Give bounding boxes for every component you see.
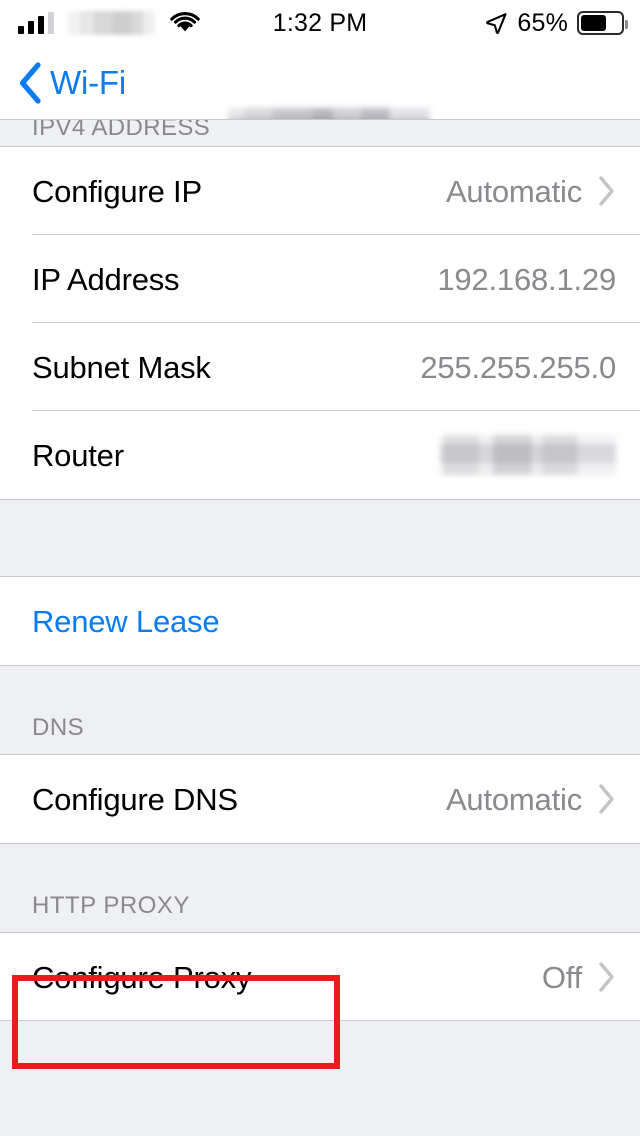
back-button-label: Wi-Fi <box>50 64 126 101</box>
row-label: Renew Lease <box>32 603 220 639</box>
list-tail-background <box>0 1021 640 1136</box>
row-value: Automatic <box>445 781 582 817</box>
chevron-right-icon <box>598 175 616 207</box>
row-label: Subnet Mask <box>32 349 211 385</box>
row-label: Router <box>32 437 124 473</box>
section-header-ipv4-address: IPV4 ADDRESS <box>0 120 640 146</box>
row-value: 192.168.1.29 <box>437 261 616 297</box>
battery-percent-label: 65% <box>517 8 568 37</box>
section-ipv4-address: Configure IP Automatic IP Address 192.16… <box>0 147 640 499</box>
settings-list[interactable]: IPV4 ADDRESS Configure IP Automatic IP A… <box>0 120 640 1136</box>
row-value: 255.255.255.0 <box>420 349 616 385</box>
row-configure-dns[interactable]: Configure DNS Automatic <box>0 755 640 843</box>
battery-icon <box>577 11 628 35</box>
row-router: Router <box>0 411 640 499</box>
row-ip-address: IP Address 192.168.1.29 <box>0 235 640 323</box>
chevron-right-icon <box>598 961 616 993</box>
row-value: Automatic <box>445 173 582 209</box>
row-accessory: Automatic <box>446 175 616 207</box>
section-header-dns: DNS <box>0 666 640 754</box>
status-bar-right: 65% <box>484 0 628 46</box>
row-accessory <box>440 435 616 475</box>
row-label: Configure IP <box>32 173 202 209</box>
navigation-bar: Wi-Fi <box>0 46 640 152</box>
row-value: Off <box>541 959 582 995</box>
row-renew-lease[interactable]: Renew Lease <box>0 577 640 665</box>
section-renew-lease: Renew Lease <box>0 577 640 665</box>
row-accessory: Automatic <box>446 783 616 815</box>
row-accessory: 192.168.1.29 <box>437 264 616 295</box>
row-subnet-mask: Subnet Mask 255.255.255.0 <box>0 323 640 411</box>
row-accessory: Off <box>542 961 616 993</box>
router-value-redacted <box>440 435 616 475</box>
section-gap <box>0 500 640 576</box>
row-label: Configure Proxy <box>32 959 252 995</box>
section-http-proxy: Configure Proxy Off <box>0 933 640 1021</box>
chevron-right-icon <box>598 783 616 815</box>
location-arrow-icon <box>484 11 508 35</box>
section-header-http-proxy: HTTP PROXY <box>0 844 640 932</box>
section-dns: Configure DNS Automatic <box>0 755 640 843</box>
iphone-screen: 1:32 PM 65% Wi-Fi IPV4 ADDRESS Configure… <box>0 0 640 1136</box>
row-configure-ip[interactable]: Configure IP Automatic <box>0 147 640 235</box>
row-label: Configure DNS <box>32 781 238 817</box>
row-accessory: 255.255.255.0 <box>420 352 616 383</box>
row-configure-proxy[interactable]: Configure Proxy Off <box>0 933 640 1021</box>
chevron-left-icon <box>18 62 42 104</box>
status-bar: 1:32 PM 65% <box>0 0 640 46</box>
back-button[interactable]: Wi-Fi <box>18 62 126 104</box>
row-separator <box>0 1020 640 1021</box>
row-label: IP Address <box>32 261 180 297</box>
